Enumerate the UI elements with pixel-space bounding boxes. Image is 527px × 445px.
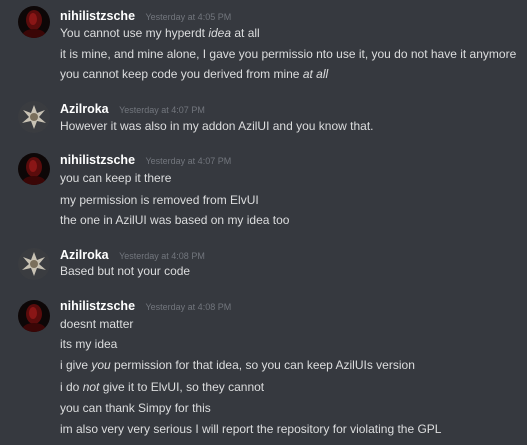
gray-spiky-creature-avatar-icon[interactable] — [18, 101, 50, 133]
message-text: you cannot keep code you derived from mi… — [60, 67, 329, 81]
username[interactable]: nihilistzsche — [60, 9, 135, 23]
username[interactable]: Azilroka — [60, 248, 109, 262]
dark-red-portrait-avatar-icon[interactable] — [18, 6, 50, 38]
message-header: nihilistzsche Yesterday at 4:08 PM — [60, 296, 231, 316]
message-text: my permission is removed from ElvUI — [60, 193, 259, 207]
dark-red-portrait-avatar-icon[interactable] — [18, 300, 50, 332]
timestamp: Yesterday at 4:07 PM — [119, 105, 205, 115]
timestamp: Yesterday at 4:07 PM — [145, 156, 232, 166]
message-text: However it was also in my addon AzilUI a… — [60, 119, 374, 133]
message-text: i give you permission for that idea, so … — [60, 358, 415, 372]
username[interactable]: nihilistzsche — [60, 299, 135, 313]
timestamp: Yesterday at 4:05 PM — [145, 12, 232, 22]
message-text: its my idea — [60, 337, 118, 351]
message-text: i do not give it to ElvUI, so they canno… — [60, 380, 265, 394]
message-text: you can keep it there — [60, 171, 172, 185]
gray-spiky-creature-avatar-icon[interactable] — [18, 248, 50, 280]
dark-red-portrait-avatar-icon[interactable] — [18, 153, 50, 185]
message-text: you can thank Simpy for this — [60, 401, 211, 415]
message-text: You cannot use my hyperdt idea at all — [60, 26, 260, 40]
username[interactable]: Azilroka — [60, 102, 109, 116]
chat-message-list: nihilistzsche Yesterday at 4:05 PM You c… — [0, 0, 527, 445]
message-text: doesnt matter — [60, 317, 134, 331]
timestamp: Yesterday at 4:08 PM — [119, 251, 205, 261]
message-text: the one in AzilUI was based on my idea t… — [60, 213, 290, 227]
message-text: Based but not your code — [60, 264, 191, 278]
timestamp: Yesterday at 4:08 PM — [145, 302, 232, 312]
message-header: nihilistzsche Yesterday at 4:07 PM — [60, 150, 231, 170]
message-text: it is mine, and mine alone, I gave you p… — [60, 47, 517, 61]
message-text: im also very very serious I will report … — [60, 422, 442, 436]
username[interactable]: nihilistzsche — [60, 153, 135, 167]
